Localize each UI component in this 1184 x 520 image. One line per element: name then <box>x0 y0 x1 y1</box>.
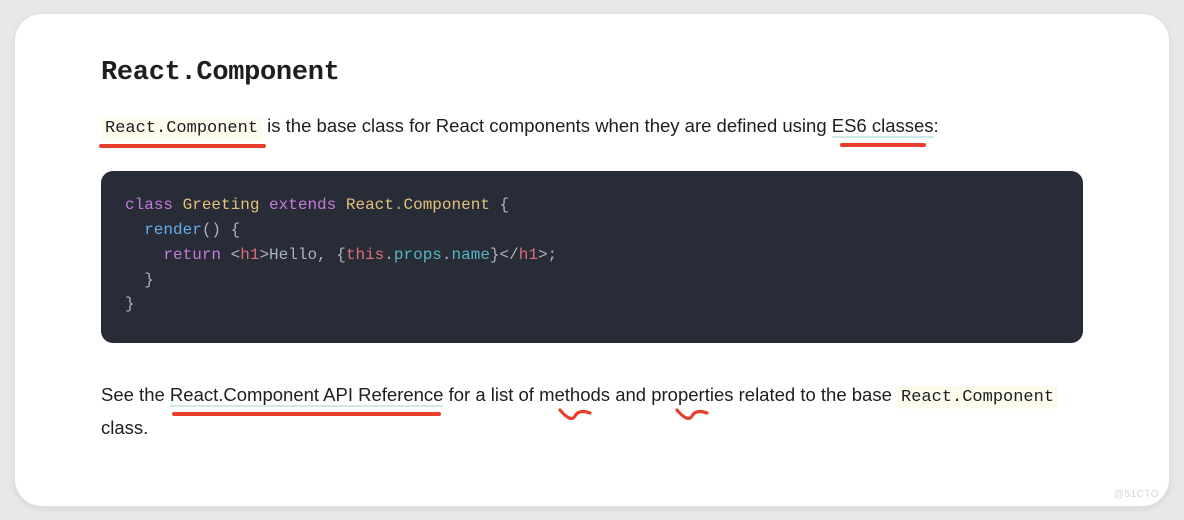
code-token: Component <box>404 196 490 214</box>
api-reference-link[interactable]: React.Component API Reference <box>170 384 444 407</box>
section-heading: React.Component <box>101 58 1083 88</box>
code-token: } <box>125 271 154 289</box>
es6-classes-link[interactable]: ES6 classes <box>832 115 934 138</box>
code-token: ; <box>548 246 558 264</box>
doc-card: React.Component React.Component is the b… <box>14 13 1170 507</box>
code-token: render <box>144 221 202 239</box>
code-token: () <box>202 221 221 239</box>
link-text: React.Component API Reference <box>170 384 444 405</box>
code-token: { <box>221 221 240 239</box>
code-token: . <box>442 246 452 264</box>
code-token <box>221 246 231 264</box>
text: for a list of <box>443 384 539 405</box>
code-block[interactable]: class Greeting extends React.Component {… <box>101 171 1083 343</box>
text: class. <box>101 417 148 438</box>
code-token: return <box>163 246 221 264</box>
annotation-underline: React.Component API Reference <box>170 379 444 411</box>
code-token: this <box>346 246 384 264</box>
intro-paragraph: React.Component is the base class for Re… <box>101 110 1083 143</box>
check-icon <box>557 407 593 421</box>
code-token: . <box>394 196 404 214</box>
code-token: > <box>538 246 548 264</box>
code-token: { <box>336 246 346 264</box>
reference-paragraph: See the React.Component API Reference fo… <box>101 379 1083 444</box>
code-token: < <box>231 246 241 264</box>
code-token <box>125 246 163 264</box>
code-token: Greeting <box>183 196 260 214</box>
annotation-underline: React.Component <box>101 110 262 143</box>
annotation-check: methods <box>539 379 610 411</box>
code-token: { <box>490 196 509 214</box>
watermark: @51CTO <box>1114 489 1159 500</box>
check-icon <box>674 407 710 421</box>
text: related to the base <box>733 384 897 405</box>
code-token: name <box>452 246 490 264</box>
code-token: } <box>490 246 500 264</box>
code-token: . <box>384 246 394 264</box>
code-token: props <box>394 246 442 264</box>
inline-code: React.Component <box>101 117 262 140</box>
inline-code: React.Component <box>897 386 1058 409</box>
annotation-check: properties <box>651 379 733 411</box>
code-token: React <box>346 196 394 214</box>
text: and <box>610 384 651 405</box>
link-text: ES6 classes <box>832 115 934 136</box>
code-token: h1 <box>240 246 259 264</box>
code-token: extends <box>269 196 336 214</box>
text: properties <box>651 384 733 405</box>
text: methods <box>539 384 610 405</box>
code-token: Hello, <box>269 246 336 264</box>
text: is the base class for React components w… <box>262 115 832 136</box>
code-token: h1 <box>519 246 538 264</box>
code-token: } <box>125 295 135 313</box>
text: See the <box>101 384 170 405</box>
code-token <box>125 221 144 239</box>
annotation-underline: ES6 classes <box>832 110 934 142</box>
code-token: > <box>259 246 269 264</box>
code-token: </ <box>500 246 519 264</box>
code-token: class <box>125 196 173 214</box>
text: : <box>934 115 939 136</box>
